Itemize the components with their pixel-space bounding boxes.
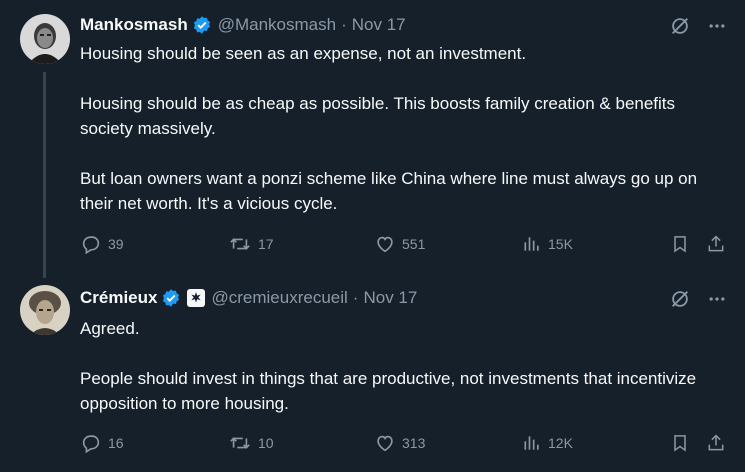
verified-badge-icon[interactable] — [192, 15, 212, 35]
verified-badge-icon[interactable] — [161, 288, 181, 308]
tweet-top-actions — [669, 288, 727, 310]
thread-line — [43, 72, 46, 278]
share-button[interactable] — [706, 432, 726, 454]
like-button[interactable]: 313 — [374, 432, 425, 454]
bookmark-icon — [670, 233, 690, 255]
avatar[interactable] — [20, 14, 70, 64]
tweet-paragraph: Housing should be as cheap as possible. … — [80, 94, 676, 138]
views-icon — [522, 432, 542, 454]
tweet-paragraph: People should invest in things that are … — [80, 369, 697, 413]
like-icon — [374, 432, 396, 454]
like-count: 313 — [402, 435, 426, 451]
author-name[interactable]: Mankosmash — [80, 15, 188, 35]
share-button[interactable] — [706, 233, 726, 255]
tweet-actions: 16 10 313 12K — [80, 432, 725, 456]
tweet-actions: 39 17 551 15K — [80, 233, 725, 257]
bookmark-icon — [670, 432, 690, 454]
like-icon — [374, 233, 396, 255]
grok-icon[interactable] — [669, 15, 691, 37]
tweet-paragraph: Agreed. — [80, 319, 140, 338]
separator-dot: · — [352, 288, 359, 307]
more-icon[interactable] — [707, 16, 727, 36]
views-button[interactable]: 12K — [522, 432, 573, 454]
reply-count: 39 — [108, 236, 124, 252]
bookmark-button[interactable] — [670, 233, 690, 255]
tweet-paragraph: But loan owners want a ponzi scheme like… — [80, 169, 698, 213]
tweet-paragraph: Housing should be seen as an expense, no… — [80, 44, 527, 63]
repost-count: 10 — [258, 435, 274, 451]
author-handle[interactable]: @Mankosmash — [218, 15, 336, 35]
tweet-date[interactable]: Nov 17 — [363, 288, 417, 308]
reply-button[interactable]: 39 — [80, 233, 124, 255]
bookmark-button[interactable] — [670, 432, 690, 454]
views-icon — [522, 233, 542, 255]
views-button[interactable]: 15K — [522, 233, 573, 255]
tweet[interactable]: Mankosmash @Mankosmash · Nov 17 Housing … — [0, 0, 745, 278]
repost-button[interactable]: 10 — [228, 432, 274, 454]
views-count: 15K — [548, 236, 573, 252]
tweet-header: Mankosmash @Mankosmash · Nov 17 — [80, 15, 406, 35]
repost-icon — [228, 432, 252, 454]
views-count: 12K — [548, 435, 573, 451]
author-handle[interactable]: @cremieuxrecueil — [211, 288, 347, 308]
repost-button[interactable]: 17 — [228, 233, 274, 255]
tweet[interactable]: Crémieux @cremieuxrecueil · Nov 17 Agree… — [0, 272, 745, 472]
reply-icon — [80, 233, 102, 255]
tweet-top-actions — [669, 15, 727, 37]
repost-count: 17 — [258, 236, 274, 252]
reply-button[interactable]: 16 — [80, 432, 124, 454]
author-name[interactable]: Crémieux — [80, 288, 157, 308]
tweet-header: Crémieux @cremieuxrecueil · Nov 17 — [80, 288, 417, 308]
tweet-text: Agreed. People should invest in things t… — [80, 316, 730, 416]
like-button[interactable]: 551 — [374, 233, 425, 255]
separator-dot: · — [341, 15, 347, 34]
avatar[interactable] — [20, 285, 70, 335]
share-icon — [706, 233, 726, 255]
repost-icon — [228, 233, 252, 255]
tweet-date[interactable]: Nov 17 — [352, 15, 406, 35]
grok-icon[interactable] — [669, 288, 691, 310]
more-icon[interactable] — [707, 289, 727, 309]
affiliate-badge-icon[interactable] — [187, 289, 206, 307]
reply-icon — [80, 432, 102, 454]
like-count: 551 — [402, 236, 426, 252]
reply-count: 16 — [108, 435, 124, 451]
share-icon — [706, 432, 726, 454]
tweet-text: Housing should be seen as an expense, no… — [80, 41, 730, 216]
